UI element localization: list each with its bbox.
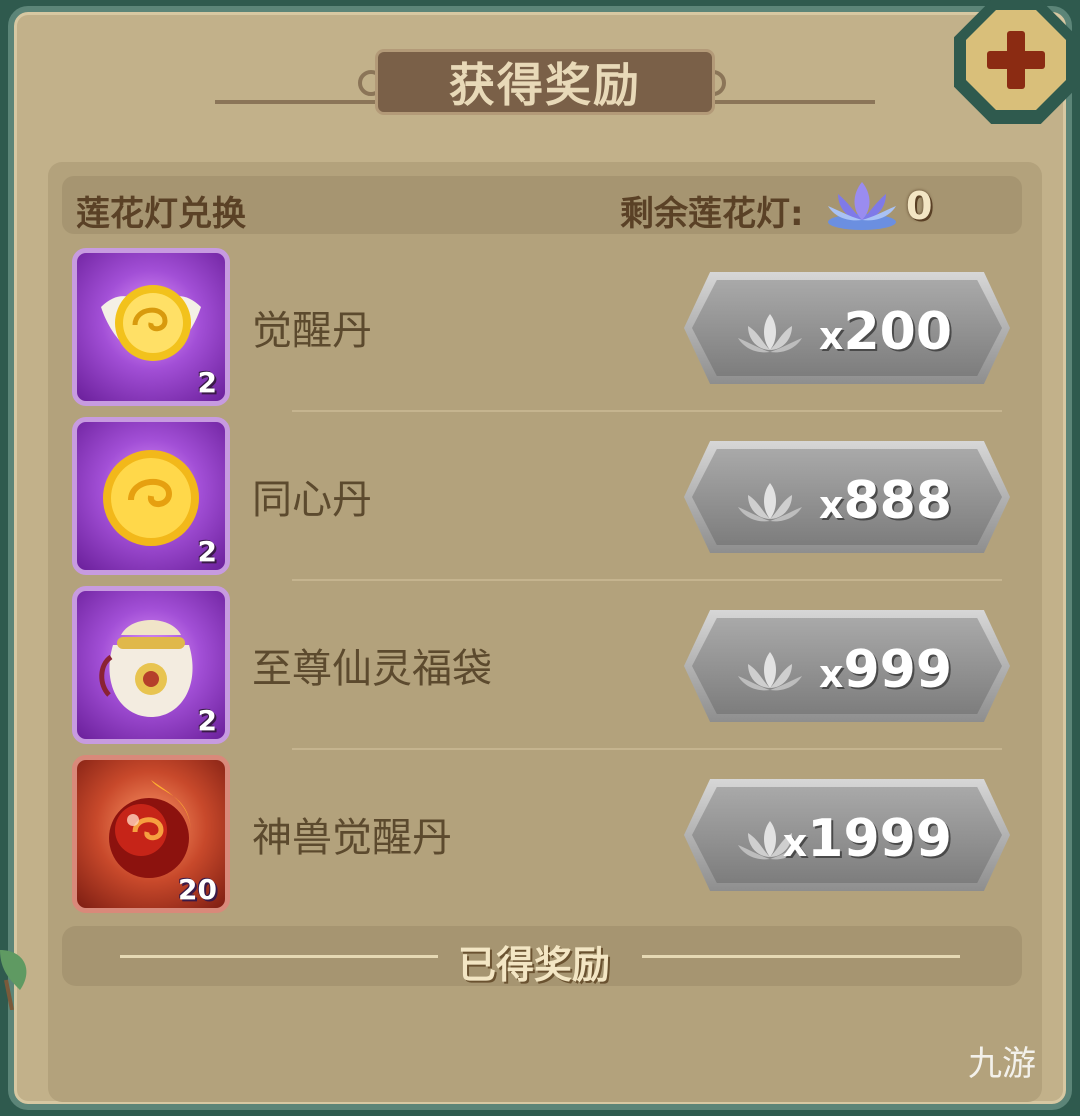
item-name: 至尊仙灵福袋 xyxy=(252,646,492,692)
price-value: 888 xyxy=(843,471,952,531)
row-divider xyxy=(292,748,1002,750)
leaf-ornament-icon xyxy=(0,950,27,1010)
lotus-icon xyxy=(738,652,802,691)
title-divider-right xyxy=(705,100,875,104)
footer-divider-right xyxy=(642,955,960,958)
item-slot[interactable]: 20 xyxy=(72,755,230,913)
price-multiplier: x xyxy=(782,821,808,865)
title-divider-left xyxy=(215,100,380,104)
item-slot[interactable]: 2 xyxy=(72,248,230,406)
reward-row: 2 同心丹 x888 xyxy=(62,413,1022,581)
reward-row: 20 神兽觉醒丹 x1999 xyxy=(62,751,1022,919)
obtained-rewards-label: 已得奖励 xyxy=(458,943,611,987)
page-title: 获得奖励 xyxy=(449,58,641,112)
watermark: 九游 xyxy=(968,1044,1036,1084)
reward-row: 2 觉醒丹 x200 xyxy=(62,244,1022,412)
price-multiplier: x xyxy=(818,483,844,527)
exchange-button[interactable]: x1999 xyxy=(684,779,1010,891)
row-divider xyxy=(292,410,1002,412)
plus-button[interactable] xyxy=(966,10,1066,110)
item-name: 神兽觉醒丹 xyxy=(252,815,452,861)
item-quantity: 2 xyxy=(197,366,217,399)
exchange-button[interactable]: x999 xyxy=(684,610,1010,722)
remaining-count: 0 xyxy=(906,184,933,228)
exchange-button[interactable]: x200 xyxy=(684,272,1010,384)
price-value: 200 xyxy=(843,302,952,362)
price-value: 1999 xyxy=(807,809,952,869)
exchange-button[interactable]: x888 xyxy=(684,441,1010,553)
item-slot[interactable]: 2 xyxy=(72,586,230,744)
item-quantity: 2 xyxy=(197,535,217,568)
golden-swirl-orb-icon xyxy=(103,450,199,546)
price-multiplier: x xyxy=(818,314,844,358)
price-value: 999 xyxy=(843,640,952,700)
item-quantity: 2 xyxy=(197,704,217,737)
row-divider xyxy=(292,579,1002,581)
exchange-title: 莲花灯兑换 xyxy=(76,194,246,234)
golden-swirl-orb-winged-icon xyxy=(101,285,201,361)
lotus-lantern-icon xyxy=(828,182,896,230)
title-plate: 获得奖励 xyxy=(378,52,712,112)
item-name: 觉醒丹 xyxy=(252,308,372,354)
remaining-label: 剩余莲花灯: xyxy=(620,194,804,234)
footer-divider-left xyxy=(120,955,438,958)
reward-row: 2 至尊仙灵福袋 x999 xyxy=(62,582,1022,750)
item-name: 同心丹 xyxy=(252,477,372,523)
lucky-bag-icon xyxy=(99,620,193,717)
lotus-icon xyxy=(738,314,802,353)
lotus-icon xyxy=(738,483,802,522)
plus-icon xyxy=(987,31,1045,89)
item-quantity: 20 xyxy=(178,873,217,906)
price-multiplier: x xyxy=(818,652,844,696)
item-slot[interactable]: 2 xyxy=(72,417,230,575)
